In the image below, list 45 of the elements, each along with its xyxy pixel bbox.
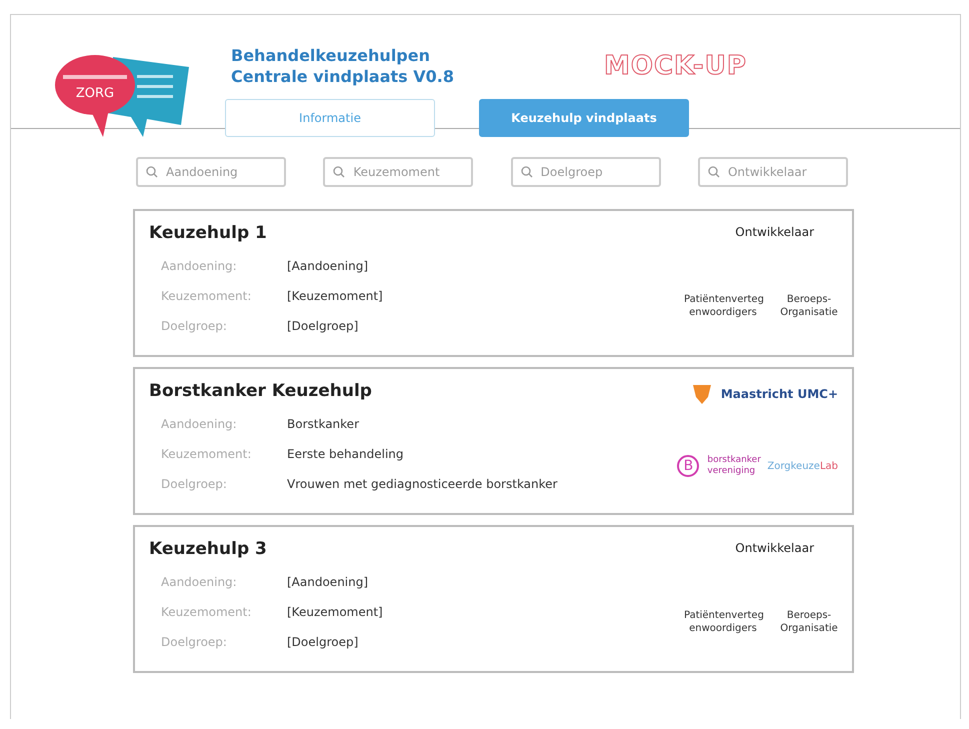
field-label: Doelgroep: bbox=[161, 477, 228, 491]
field-value: [Doelgroep] bbox=[287, 635, 360, 649]
field-value: [Aandoening] bbox=[287, 259, 370, 273]
search-field[interactable]: Ontwikkelaar bbox=[698, 157, 848, 187]
search-icon bbox=[333, 166, 346, 178]
field-label: Keuzemoment: bbox=[161, 447, 252, 461]
field-label: Aandoening: bbox=[161, 259, 238, 273]
app-title: Behandelkeuzehulpen Centrale vindplaats V0.8 bbox=[231, 45, 454, 87]
search-icon bbox=[520, 166, 533, 178]
field-value: Eerste behandeling bbox=[287, 447, 405, 461]
developer-heading: Ontwikkelaar bbox=[735, 225, 814, 239]
search-field[interactable]: Aandoening bbox=[136, 157, 286, 187]
field-value: Borstkanker bbox=[287, 417, 360, 431]
partner-logo: Maastricht UMC+ bbox=[720, 387, 838, 401]
field-label: Keuzemoment: bbox=[161, 289, 252, 303]
tab[interactable]: Keuzehulp vindplaats bbox=[479, 99, 689, 137]
developer-party: Patiëntenverteg enwoordigers bbox=[684, 609, 762, 635]
search-field[interactable]: Doelgroep bbox=[510, 157, 661, 187]
developer-party: Beroeps-Organisatie bbox=[780, 293, 838, 319]
shield-icon bbox=[690, 383, 713, 405]
field-value: [Doelgroep] bbox=[287, 319, 360, 333]
search-icon bbox=[708, 166, 720, 178]
partner-logo: borstkanker vereniging bbox=[707, 455, 760, 477]
field-value: [Keuzemoment] bbox=[287, 605, 383, 619]
developer-party: Patiëntenverteg enwoordigers bbox=[684, 293, 762, 319]
tab[interactable]: Informatie bbox=[225, 99, 435, 137]
field-value: Vrouwen met gediagnosticeerde borstkanker bbox=[287, 477, 558, 491]
search-field[interactable]: Keuzemoment bbox=[323, 157, 474, 187]
mockup-label: MOCK-UP bbox=[604, 51, 747, 81]
field-label: Doelgroep: bbox=[161, 635, 228, 649]
partner-logo: ZorgkeuzeLab bbox=[767, 460, 838, 472]
field-label: Aandoening: bbox=[161, 575, 238, 589]
developer-party: Beroeps-Organisatie bbox=[780, 609, 838, 635]
field-value: [Aandoening] bbox=[287, 575, 370, 589]
field-value: [Keuzemoment] bbox=[287, 289, 383, 303]
card-title: Borstkanker Keuzehulp bbox=[149, 381, 373, 401]
field-label: Doelgroep: bbox=[161, 319, 228, 333]
logo: ZORG bbox=[51, 45, 191, 141]
field-label: Keuzemoment: bbox=[161, 605, 252, 619]
card-title: Keuzehulp 3 bbox=[149, 539, 268, 559]
card-title: Keuzehulp 1 bbox=[149, 223, 268, 243]
field-label: Aandoening: bbox=[161, 417, 238, 431]
developer-heading: Ontwikkelaar bbox=[735, 541, 814, 555]
partner-mark: B bbox=[677, 455, 700, 477]
search-icon bbox=[146, 166, 158, 178]
